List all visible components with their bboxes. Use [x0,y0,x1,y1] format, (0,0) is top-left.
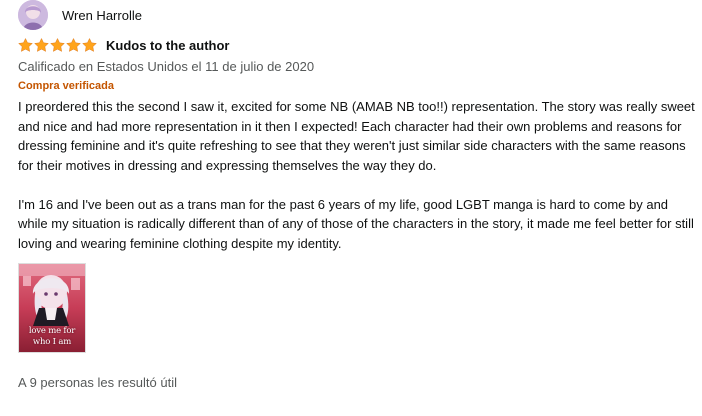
cover-caption: love me for [28,326,76,336]
user-avatar[interactable] [18,0,48,30]
review-date: Calificado en Estados Unidos el 11 de ju… [18,59,315,74]
review-paragraph: I preordered this the second I saw it, e… [18,99,695,173]
avatar-image [18,0,48,30]
review-body: I preordered this the second I saw it, e… [18,97,700,253]
review-title[interactable]: Kudos to the author [106,38,230,53]
review-paragraph: I'm 16 and I've been out as a trans man … [18,196,694,251]
reviewer-name[interactable]: Wren Harrolle [62,8,142,23]
helpful-count: A 9 personas les resultó útil [18,375,177,390]
star-icon [82,38,97,52]
reviewer-profile[interactable]: Wren Harrolle [18,0,698,30]
cover-caption: who I am [32,337,72,347]
review-card: Wren Harrolle Kudos to the author Califi… [18,0,698,390]
verified-purchase-badge[interactable]: Compra verificada [18,78,698,94]
review-image-thumbnail[interactable]: love me for who I am [18,263,86,353]
review-title-row: Kudos to the author [18,35,698,55]
star-icon [50,38,65,52]
star-icon [66,38,81,52]
star-icon [18,38,33,52]
star-icon [34,38,49,52]
star-rating[interactable] [18,38,98,52]
